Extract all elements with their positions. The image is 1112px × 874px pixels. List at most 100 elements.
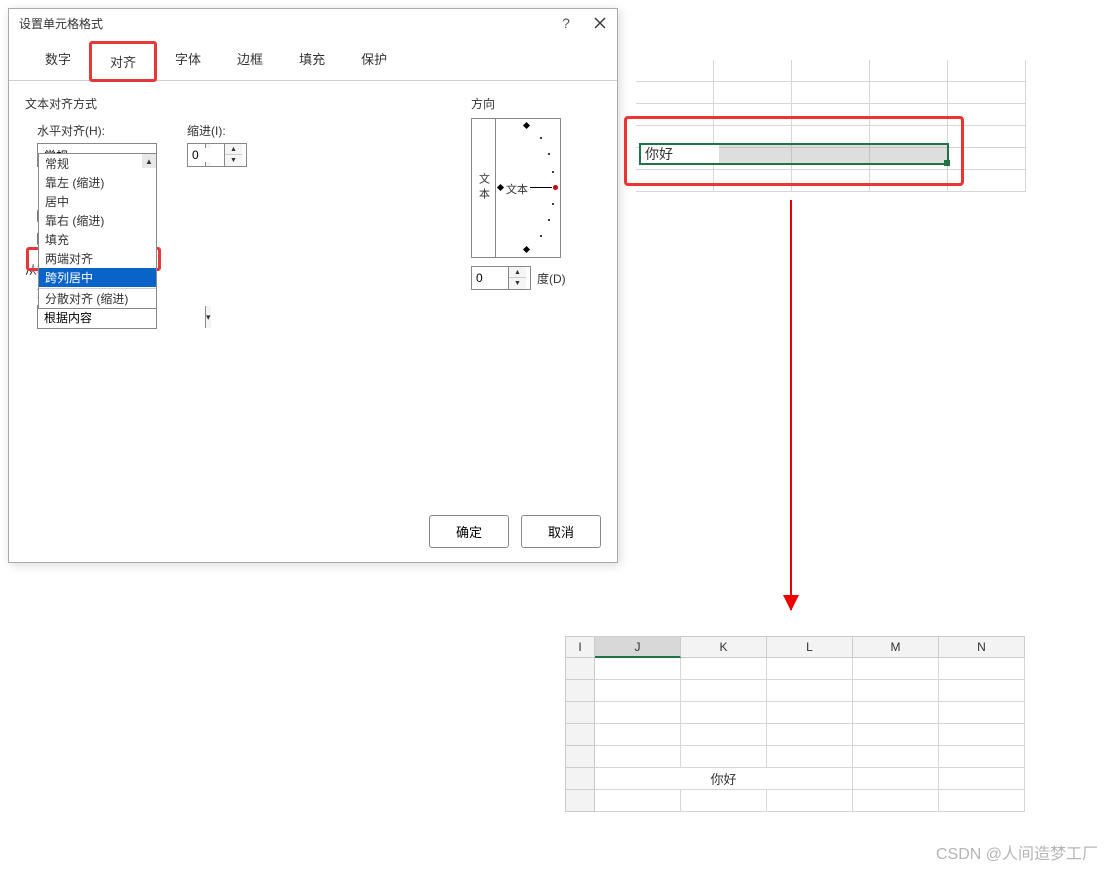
align-option[interactable]: 靠右 (缩进) [39, 211, 156, 230]
diamond-icon [523, 246, 530, 253]
dot-icon [540, 235, 542, 237]
cell[interactable] [853, 724, 939, 746]
cancel-button[interactable]: 取消 [521, 515, 601, 548]
cell[interactable] [595, 790, 681, 812]
cell[interactable] [939, 768, 1025, 790]
cell[interactable] [767, 702, 853, 724]
cell[interactable] [681, 702, 767, 724]
spinner-up-icon[interactable]: ▲ [225, 144, 242, 155]
column-header[interactable]: K [681, 636, 767, 658]
cell[interactable] [853, 746, 939, 768]
row-header[interactable] [565, 658, 595, 680]
dot-icon [552, 171, 554, 173]
row-header[interactable] [565, 724, 595, 746]
cell[interactable] [681, 746, 767, 768]
cell[interactable] [870, 60, 948, 82]
column-header[interactable]: I [565, 636, 595, 658]
spinner-down-icon[interactable]: ▼ [225, 155, 242, 166]
tab-number[interactable]: 数字 [27, 41, 89, 80]
horizontal-align-label: 水平对齐(H): [37, 122, 157, 139]
close-icon [594, 17, 606, 29]
cell[interactable] [870, 82, 948, 104]
cell[interactable] [681, 724, 767, 746]
cell[interactable] [939, 724, 1025, 746]
cell[interactable] [939, 746, 1025, 768]
text-alignment-section: 文本对齐方式 [25, 95, 471, 112]
cell[interactable] [595, 746, 681, 768]
ok-button[interactable]: 确定 [429, 515, 509, 548]
align-option[interactable]: 居中 [39, 192, 156, 211]
scroll-up-icon[interactable]: ▲ [142, 154, 156, 168]
cell[interactable] [595, 724, 681, 746]
dialog-buttons: 确定 取消 [429, 515, 601, 548]
cell[interactable] [853, 658, 939, 680]
tab-font[interactable]: 字体 [157, 41, 219, 80]
align-option[interactable]: 分散对齐 (缩进) [39, 288, 156, 308]
dialog-tabs: 数字 对齐 字体 边框 填充 保护 [9, 41, 617, 81]
text-direction-input[interactable] [38, 310, 205, 324]
cell[interactable] [767, 724, 853, 746]
centered-merged-cell[interactable]: 你好 [595, 768, 853, 790]
orientation-box[interactable]: 文本 文本 [471, 118, 561, 258]
degree-input[interactable] [472, 271, 508, 285]
cell[interactable] [948, 60, 1026, 82]
cell[interactable] [595, 658, 681, 680]
cell[interactable] [853, 768, 939, 790]
row-header[interactable] [565, 680, 595, 702]
cell[interactable] [767, 658, 853, 680]
tab-fill[interactable]: 填充 [281, 41, 343, 80]
close-button[interactable] [591, 14, 609, 32]
column-header-active[interactable]: J [595, 636, 681, 658]
align-option-selected[interactable]: 跨列居中 [39, 268, 156, 287]
cell[interactable] [767, 746, 853, 768]
cell[interactable] [681, 680, 767, 702]
spreadsheet-after: I J K L M N 你好 [565, 636, 1085, 812]
column-header[interactable]: M [853, 636, 939, 658]
cell[interactable] [792, 60, 870, 82]
indent-input[interactable] [188, 148, 224, 162]
indent-spinner[interactable]: ▲ ▼ [187, 143, 247, 167]
spinner-down-icon[interactable]: ▼ [509, 278, 526, 289]
cell[interactable] [939, 680, 1025, 702]
cell[interactable] [767, 680, 853, 702]
cell[interactable] [948, 82, 1026, 104]
align-option[interactable]: 常规 [39, 154, 156, 173]
cell[interactable] [595, 680, 681, 702]
row-header[interactable] [565, 746, 595, 768]
align-option[interactable]: 两端对齐 [39, 249, 156, 268]
row-header[interactable] [565, 768, 595, 790]
tab-alignment[interactable]: 对齐 [89, 41, 157, 82]
column-header[interactable]: N [939, 636, 1025, 658]
orientation-vertical-text[interactable]: 文本 [472, 119, 496, 257]
align-option[interactable]: 靠左 (缩进) [39, 173, 156, 192]
cell[interactable] [595, 702, 681, 724]
cell[interactable] [714, 82, 792, 104]
cell[interactable] [636, 82, 714, 104]
cell[interactable] [853, 680, 939, 702]
cell[interactable] [636, 60, 714, 82]
row-header[interactable] [565, 702, 595, 724]
cell[interactable] [767, 790, 853, 812]
cell[interactable] [714, 60, 792, 82]
chevron-down-icon[interactable]: ▾ [205, 306, 211, 328]
cell[interactable] [939, 658, 1025, 680]
cell[interactable] [853, 790, 939, 812]
cell[interactable] [681, 658, 767, 680]
tab-protection[interactable]: 保护 [343, 41, 405, 80]
align-option[interactable]: 填充 [39, 230, 156, 249]
cell[interactable] [681, 790, 767, 812]
cell[interactable] [939, 790, 1025, 812]
column-header[interactable]: L [767, 636, 853, 658]
help-button[interactable]: ? [557, 14, 575, 32]
cell[interactable] [853, 702, 939, 724]
horizontal-align-dropdown[interactable]: ▲ 常规 靠左 (缩进) 居中 靠右 (缩进) 填充 两端对齐 跨列居中 分散对… [38, 153, 157, 309]
cell[interactable] [792, 82, 870, 104]
orientation-horiz-label: 文本 [506, 181, 528, 197]
orientation-indicator-icon[interactable] [553, 185, 558, 190]
spinner-up-icon[interactable]: ▲ [509, 267, 526, 278]
tab-border[interactable]: 边框 [219, 41, 281, 80]
row-header[interactable] [565, 790, 595, 812]
diamond-icon [523, 122, 530, 129]
degree-spinner[interactable]: ▲ ▼ [471, 266, 531, 290]
cell[interactable] [939, 702, 1025, 724]
